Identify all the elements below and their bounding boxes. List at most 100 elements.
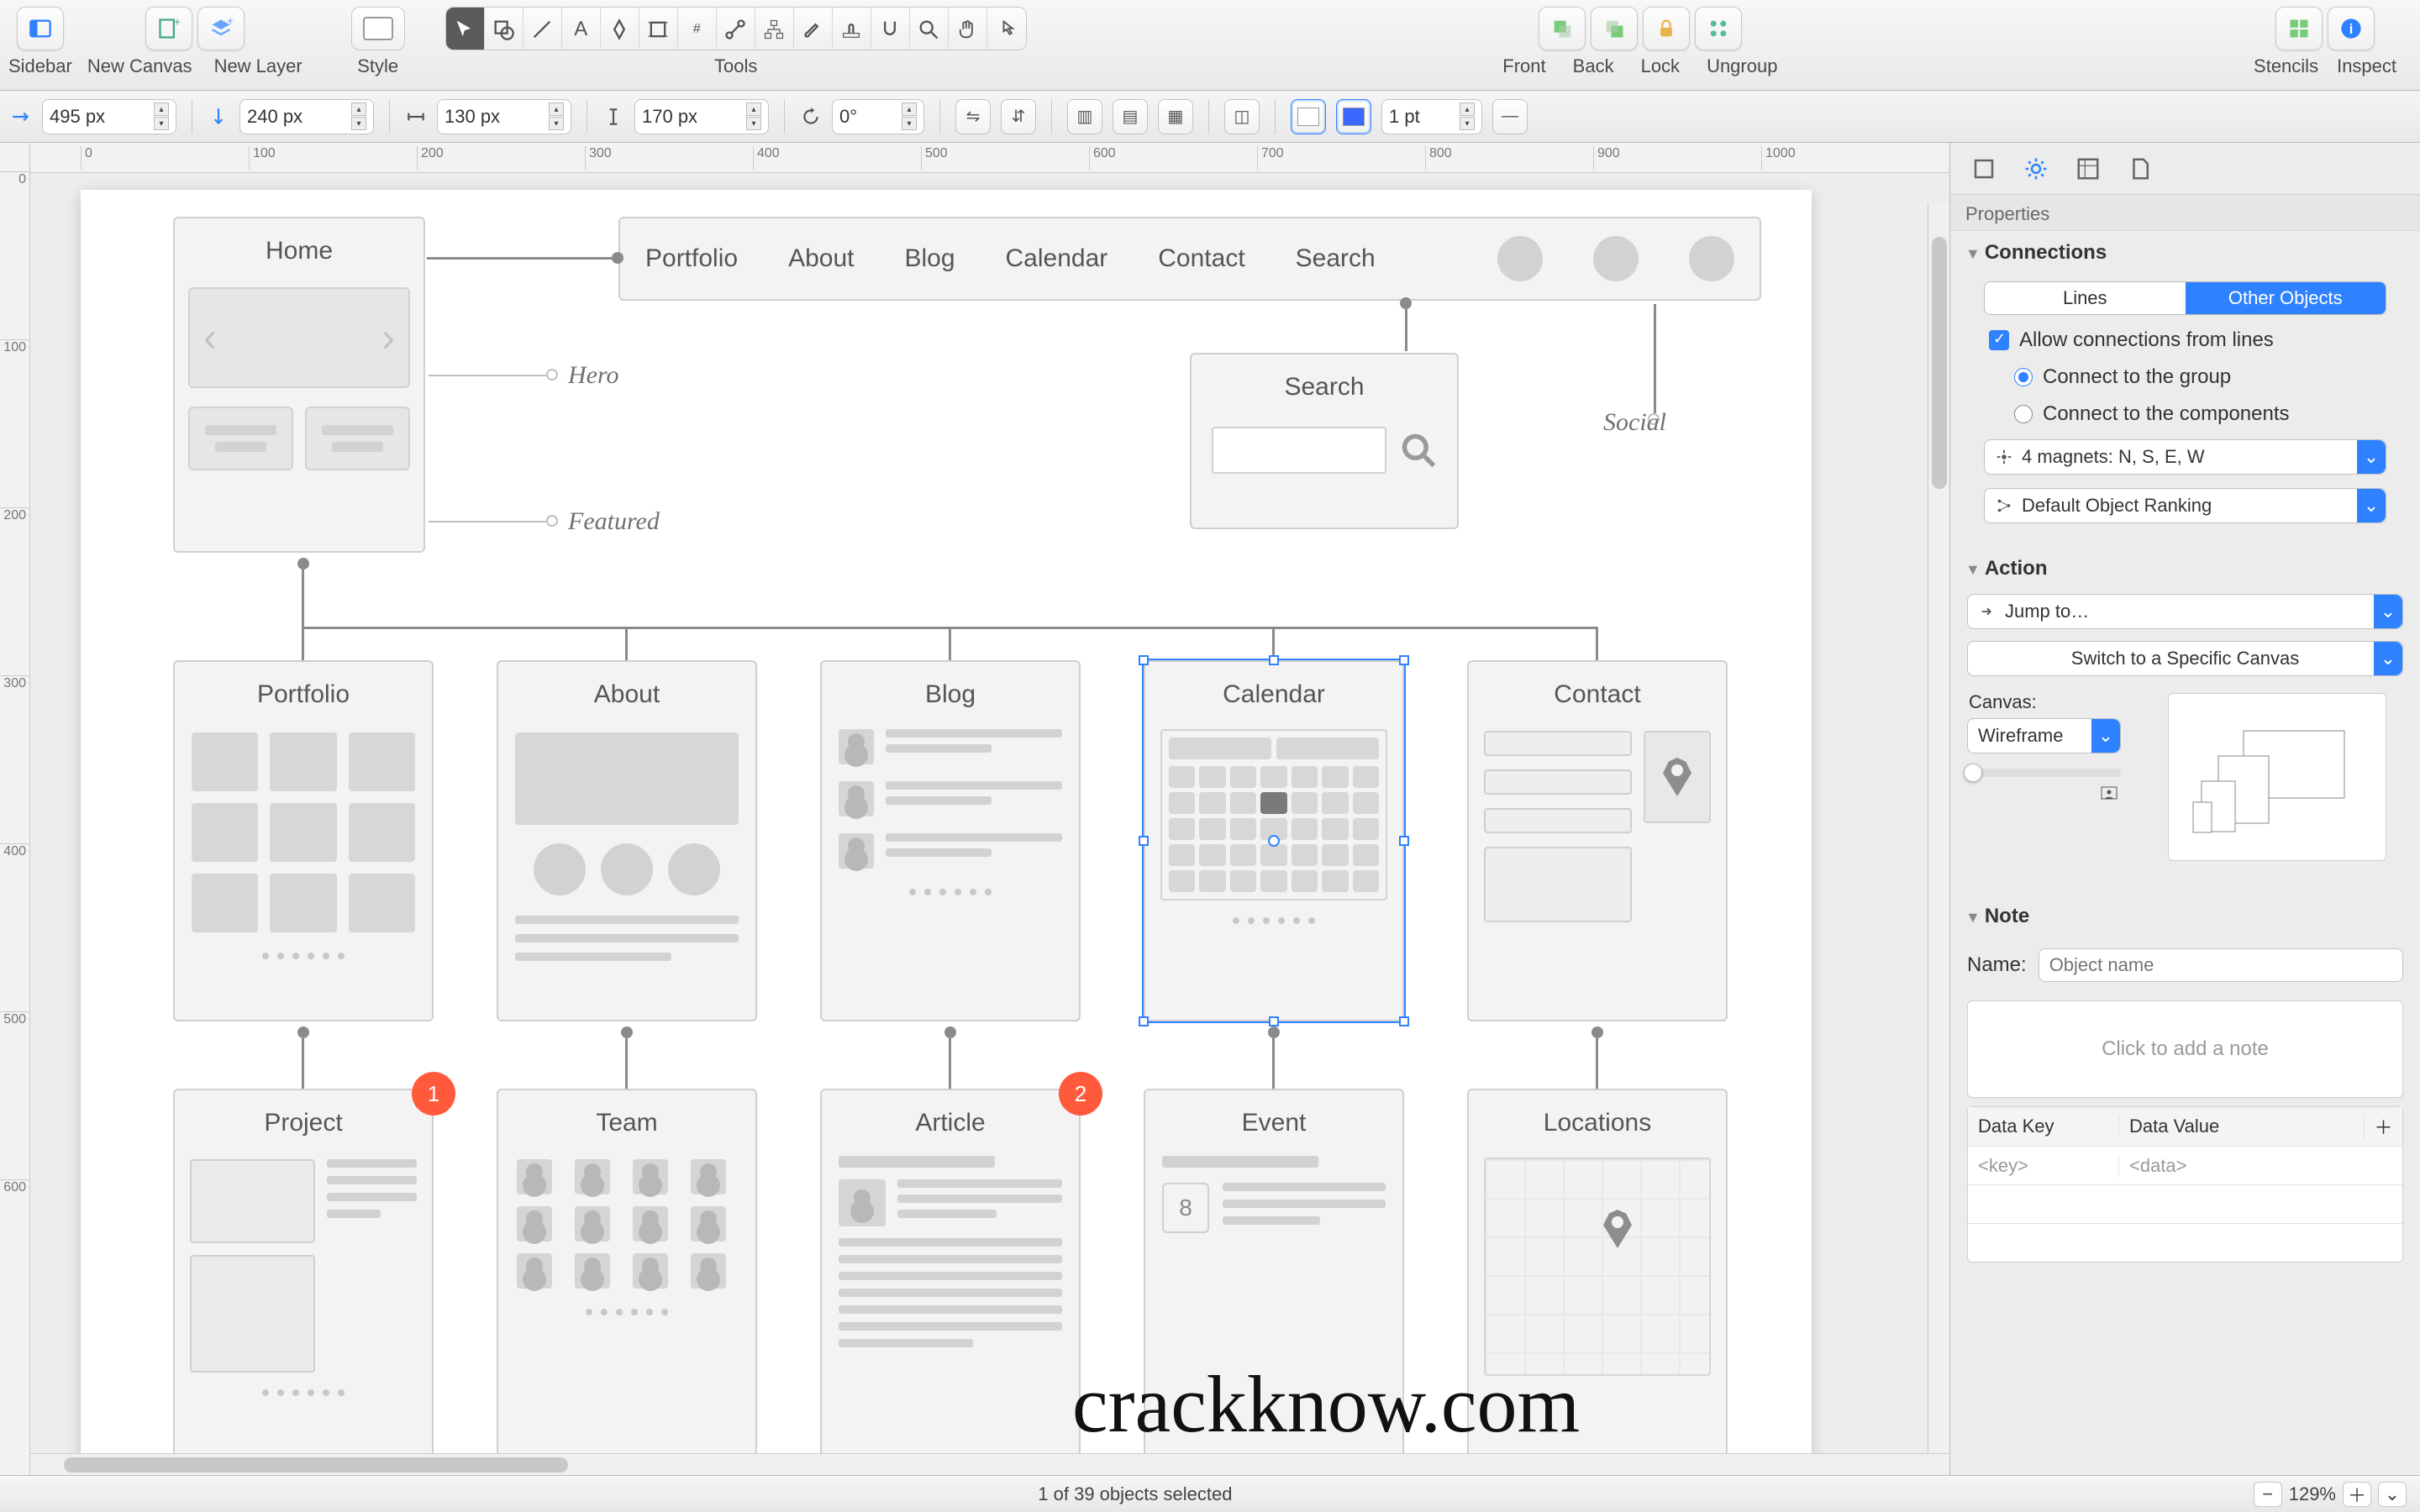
card-portfolio[interactable]: Portfolio: [173, 660, 434, 1021]
insp-tab-properties[interactable]: [2018, 152, 2054, 186]
seg-lines[interactable]: Lines: [1985, 282, 2186, 314]
align-menu-1[interactable]: ▥: [1067, 99, 1102, 134]
tool-pointer[interactable]: [987, 8, 1026, 50]
new-canvas-button[interactable]: +: [145, 7, 192, 50]
align-menu-3[interactable]: ▦: [1158, 99, 1193, 134]
selection-status: 1 of 39 objects selected: [30, 1483, 2240, 1505]
flip-v-button[interactable]: ⇵: [1001, 99, 1036, 134]
stencils-label: Stencils: [2254, 55, 2318, 77]
fill-color[interactable]: [1291, 99, 1326, 134]
style-well[interactable]: [351, 7, 405, 50]
zoom-menu-button[interactable]: ⌄: [2378, 1482, 2407, 1507]
annot-social: Social: [1603, 408, 1666, 437]
stroke-width-field[interactable]: 1 pt▴▾: [1381, 99, 1482, 134]
paper: Home ‹ › Portfolio About Blog Calendar: [81, 190, 1812, 1453]
new-layer-button[interactable]: +: [197, 7, 245, 50]
zoom-value: 129%: [2289, 1483, 2336, 1505]
tool-node[interactable]: [717, 8, 755, 50]
align-menu-2[interactable]: ▤: [1113, 99, 1148, 134]
tool-stamp[interactable]: [833, 8, 871, 50]
card-team[interactable]: Team: [497, 1089, 757, 1453]
switch-popup[interactable]: Switch to a Specific Canvas⌄: [1967, 641, 2403, 676]
section-action[interactable]: Action: [1950, 547, 2420, 591]
sidebar-label: Sidebar: [8, 55, 72, 77]
tool-artboard[interactable]: [639, 8, 678, 50]
zoom-in-button[interactable]: ＋: [2343, 1482, 2371, 1507]
connections-segmented[interactable]: Lines Other Objects: [1984, 281, 2386, 315]
object-name-input[interactable]: [2039, 948, 2403, 982]
lock-button[interactable]: [1643, 7, 1690, 50]
vertical-ruler[interactable]: 0 100 200 300 400 500 600: [0, 143, 30, 1475]
w-field[interactable]: 130 px▴▾: [437, 99, 571, 134]
data-table[interactable]: Data KeyData Value＋ <key><data>: [1967, 1106, 2403, 1263]
tool-select[interactable]: [446, 8, 485, 50]
seg-other[interactable]: Other Objects: [2186, 282, 2386, 314]
card-search[interactable]: Search: [1190, 353, 1459, 529]
canvas-label: Canvas:: [1969, 691, 2121, 713]
sidebar-toggle-button[interactable]: [17, 7, 64, 50]
tool-text[interactable]: A: [562, 8, 601, 50]
insp-tab-object[interactable]: [1965, 152, 2002, 186]
svg-text:i: i: [2349, 22, 2354, 37]
x-field[interactable]: 495 px▴▾: [42, 99, 176, 134]
tool-hierarchy[interactable]: [755, 8, 794, 50]
nav-item: Blog: [904, 244, 955, 273]
main-toolbar: Sidebar + + New Canvas New Layer Style A: [0, 0, 2420, 91]
add-row-button[interactable]: ＋: [2364, 1113, 2402, 1140]
tool-crop[interactable]: #: [678, 8, 717, 50]
section-connections[interactable]: Connections: [1950, 231, 2420, 275]
y-field[interactable]: 240 px▴▾: [239, 99, 374, 134]
opacity-button[interactable]: ◫: [1224, 99, 1260, 134]
vertical-scrollbar[interactable]: [1928, 203, 1949, 1453]
connect-group-radio[interactable]: [2014, 368, 2033, 386]
carousel-prev-icon: ‹: [203, 315, 217, 361]
ungroup-button[interactable]: [1695, 7, 1742, 50]
inspect-button[interactable]: i: [2328, 7, 2375, 50]
ungroup-label: Ungroup: [1707, 55, 1777, 77]
nav-item: Contact: [1158, 244, 1244, 273]
connect-components-radio[interactable]: [2014, 405, 2033, 423]
tool-line[interactable]: [523, 8, 562, 50]
card-article[interactable]: Article: [820, 1089, 1081, 1453]
insp-tab-document[interactable]: [2122, 152, 2159, 186]
tool-magnet[interactable]: [871, 8, 910, 50]
stencils-button[interactable]: [2275, 7, 2323, 50]
note-box[interactable]: Click to add a note: [1967, 1000, 2403, 1098]
send-back-button[interactable]: [1591, 7, 1638, 50]
rot-field[interactable]: 0°▴▾: [832, 99, 924, 134]
zoom-out-button[interactable]: −: [2254, 1482, 2282, 1507]
canvas-popup[interactable]: Wireframe⌄: [1967, 718, 2121, 753]
selection-handles[interactable]: [1142, 659, 1406, 1023]
tool-zoom[interactable]: [910, 8, 949, 50]
canvas[interactable]: Home ‹ › Portfolio About Blog Calendar: [30, 173, 1949, 1453]
section-note[interactable]: Note: [1950, 895, 2420, 938]
card-home[interactable]: Home ‹ ›: [173, 217, 425, 553]
card-blog[interactable]: Blog: [820, 660, 1081, 1021]
canvas-preview: [2168, 693, 2386, 861]
flip-h-button[interactable]: ⇋: [955, 99, 991, 134]
slider[interactable]: [1967, 769, 2121, 777]
map-pin-icon: [1663, 758, 1691, 796]
bring-front-button[interactable]: [1539, 7, 1586, 50]
wireframe-nav[interactable]: Portfolio About Blog Calendar Contact Se…: [618, 217, 1761, 301]
tool-shape[interactable]: [485, 8, 523, 50]
stroke-color[interactable]: [1336, 99, 1371, 134]
svg-text:+: +: [174, 17, 181, 29]
card-about[interactable]: About: [497, 660, 757, 1021]
tool-pen[interactable]: [601, 8, 639, 50]
tool-brush[interactable]: [794, 8, 833, 50]
tools-label: Tools: [714, 55, 757, 77]
insp-tab-canvas[interactable]: [2070, 152, 2107, 186]
card-contact[interactable]: Contact: [1467, 660, 1728, 1021]
horizontal-scrollbar[interactable]: [30, 1453, 1949, 1475]
h-field[interactable]: 170 px▴▾: [634, 99, 769, 134]
stroke-style[interactable]: ―: [1492, 99, 1528, 134]
card-project[interactable]: Project: [173, 1089, 434, 1453]
allow-connections-checkbox[interactable]: [1989, 330, 2009, 350]
magnets-popup[interactable]: 4 magnets: N, S, E, W⌄: [1984, 439, 2386, 475]
horizontal-ruler[interactable]: 0 100 200 300 400 500 600 700 800 900 10…: [30, 143, 1949, 173]
card-home-title: Home: [175, 218, 424, 265]
ranking-popup[interactable]: Default Object Ranking⌄: [1984, 488, 2386, 523]
action-popup[interactable]: Jump to…⌄: [1967, 594, 2403, 629]
tool-hand[interactable]: [949, 8, 987, 50]
